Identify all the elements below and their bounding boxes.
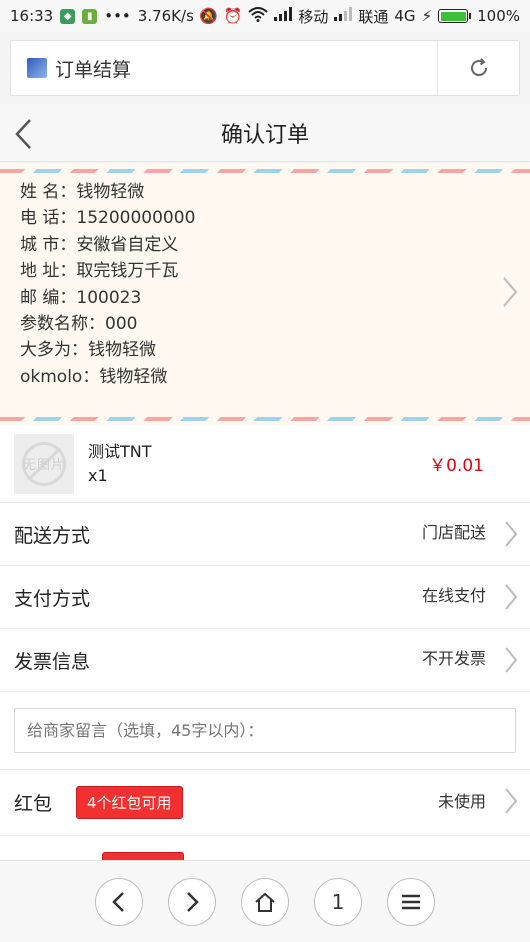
- battery-icon: [438, 9, 472, 23]
- app-icon: ▮: [82, 8, 98, 24]
- network-type: 4G: [394, 7, 416, 25]
- alarm-icon: ⏰: [223, 7, 243, 25]
- page-title: 确认订单: [220, 122, 309, 148]
- payment-method-value: 在线支付: [421, 586, 486, 605]
- product-item[interactable]: 无图片 测试TNT x1 ￥0.01: [0, 425, 530, 503]
- address-extra-1: 大多为：钱物轻微: [20, 340, 156, 361]
- red-packet-label: 红包: [14, 793, 53, 815]
- chevron-right-icon: [503, 277, 518, 307]
- signal-icon-2: [334, 7, 353, 25]
- no-image-label: 无图片: [22, 458, 65, 473]
- reload-icon: [470, 58, 487, 77]
- product-thumbnail: 无图片: [14, 433, 74, 494]
- address-city: 城 市：安徽省自定义: [20, 234, 179, 255]
- chevron-right-icon: [187, 891, 199, 912]
- browser-home-button[interactable]: [241, 877, 289, 926]
- chevron-left-icon: [112, 891, 124, 912]
- browser-bottom-bar: 1: [0, 860, 530, 942]
- red-packet-row[interactable]: 红包 4个红包可用 未使用: [0, 770, 530, 836]
- tab-title: 订单结算: [55, 58, 132, 81]
- chevron-right-icon: [505, 788, 518, 814]
- tabs-count: 1: [331, 889, 345, 914]
- browser-back-button[interactable]: [95, 877, 143, 926]
- page-header: 确认订单: [0, 104, 530, 162]
- home-icon: [255, 892, 275, 912]
- payment-method-label: 支付方式: [14, 587, 91, 610]
- payment-method-row[interactable]: 支付方式 在线支付: [0, 566, 530, 629]
- seller-message-input[interactable]: [14, 708, 516, 753]
- status-bar: 16:33 ◆ ▮ ••• 3.76K/s 🔕 ⏰ 移动 联通 4G ⚡ 100…: [0, 0, 530, 32]
- address-field[interactable]: 订单结算: [10, 40, 520, 96]
- signal-icon: [274, 7, 293, 25]
- delivery-method-value: 门店配送: [421, 523, 486, 542]
- battery-level: 100%: [477, 7, 520, 25]
- chevron-right-icon: [505, 647, 518, 673]
- red-packet-badge[interactable]: 4个红包可用: [76, 786, 183, 819]
- envelope-stripe-top: [0, 169, 530, 173]
- invoice-info-row[interactable]: 发票信息 不开发票: [0, 629, 530, 692]
- menu-icon: [402, 894, 420, 909]
- message-section: [0, 692, 530, 770]
- browser-menu-button[interactable]: [387, 877, 435, 926]
- shield-icon: ◆: [60, 8, 76, 24]
- invoice-info-label: 发票信息: [14, 650, 91, 673]
- chevron-right-icon: [505, 584, 518, 610]
- order-content[interactable]: 姓 名：钱物轻微 电 话：15200000000 城 市：安徽省自定义 地 址：…: [0, 163, 530, 860]
- address-phone: 电 话：15200000000: [20, 208, 196, 229]
- product-name: 测试TNT: [88, 441, 152, 461]
- address-extra-2: okmolo：钱物轻微: [20, 366, 168, 387]
- red-packet-value: 未使用: [437, 791, 486, 811]
- back-button[interactable]: [12, 116, 38, 152]
- carrier-1: 移动: [298, 7, 329, 26]
- address-postcode: 邮 编：100023: [20, 287, 142, 308]
- partial-badge[interactable]: [102, 852, 184, 860]
- browser-address-bar: 订单结算: [0, 32, 530, 104]
- more-icon: •••: [104, 7, 131, 25]
- status-time: 16:33: [10, 7, 54, 25]
- network-speed: 3.76K/s: [137, 7, 194, 25]
- product-price: ￥0.01: [429, 456, 484, 476]
- charging-icon: ⚡: [421, 7, 433, 25]
- address-card[interactable]: 姓 名：钱物轻微 电 话：15200000000 城 市：安徽省自定义 地 址：…: [0, 163, 530, 425]
- delivery-method-label: 配送方式: [14, 524, 91, 547]
- product-info: 测试TNT x1: [88, 440, 429, 488]
- address-name: 姓 名：钱物轻微: [20, 182, 145, 202]
- product-quantity: x1: [88, 465, 108, 485]
- envelope-stripe-bottom: [0, 417, 530, 421]
- next-row-partial[interactable]: [0, 836, 530, 860]
- browser-forward-button[interactable]: [168, 877, 216, 926]
- browser-tabs-button[interactable]: 1: [314, 877, 362, 926]
- address-param: 参数名称：000: [20, 314, 138, 335]
- carrier-2: 联通: [358, 7, 389, 26]
- chevron-right-icon: [505, 521, 518, 547]
- reload-button[interactable]: [437, 41, 519, 95]
- delivery-method-row[interactable]: 配送方式 门店配送: [0, 503, 530, 566]
- favicon-icon: [27, 58, 47, 78]
- invoice-info-value: 不开发票: [421, 649, 486, 668]
- mute-icon: 🔕: [198, 7, 218, 25]
- address-street: 地 址：取完钱万千瓦: [20, 261, 179, 282]
- wifi-icon: [248, 6, 269, 26]
